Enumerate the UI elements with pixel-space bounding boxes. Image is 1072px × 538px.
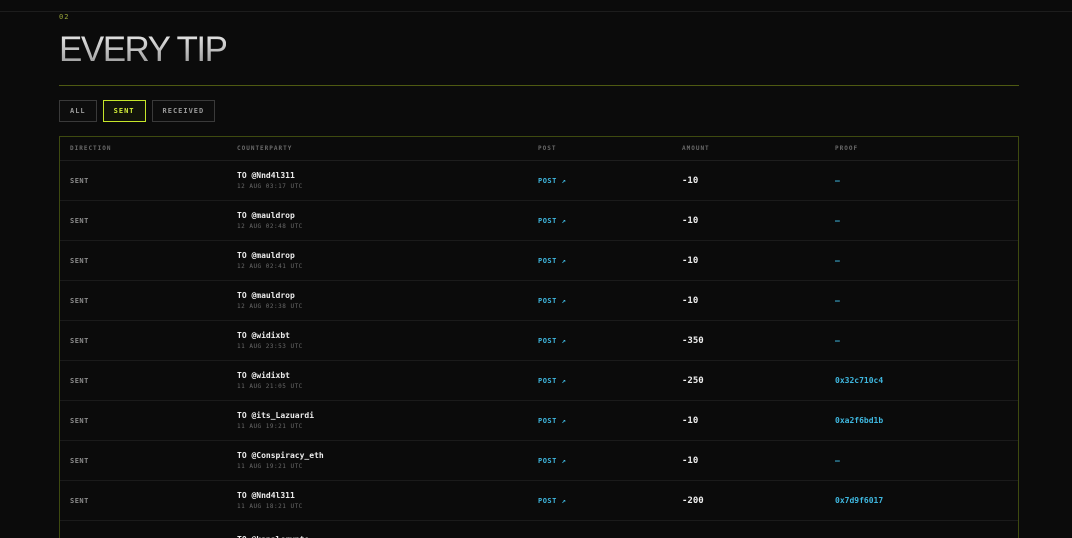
table-row: SENT TO @its_Lazuardi 11 AUG 19:21 UTC POST…	[60, 401, 1018, 441]
counterparty-cell: TO @Nnd4l311 11 AUG 18:21 UTC	[237, 491, 303, 510]
table-row: SENT TO @Nnd4l311 11 AUG 18:21 UTC POST ↗ -2…	[60, 481, 1018, 521]
table-body: SENT TO @Nnd4l311 12 AUG 03:17 UTC POST ↗ -1…	[60, 161, 1018, 538]
post-link[interactable]: POST ↗	[538, 337, 566, 345]
title-divider	[59, 85, 1019, 86]
filter-sent-button[interactable]: SENT	[102, 100, 146, 122]
header-proof: PROOF	[835, 145, 859, 152]
amount-cell: -10	[682, 415, 699, 426]
counterparty-cell: TO @Conspiracy_eth 11 AUG 19:21 UTC	[237, 451, 324, 470]
counterparty-name[interactable]: TO @Conspiracy_eth	[237, 451, 324, 460]
header-counterparty: COUNTERPARTY	[237, 145, 293, 152]
direction-cell: SENT	[70, 456, 89, 465]
counterparty-cell: TO @widixbt 11 AUG 21:05 UTC	[237, 371, 303, 390]
proof-link: —	[835, 336, 840, 345]
tip-timestamp: 11 AUG 19:21 UTC	[237, 463, 303, 470]
filter-all-button[interactable]: ALL	[59, 100, 97, 122]
direction-cell: SENT	[70, 496, 89, 505]
counterparty-name[interactable]: TO @its_Lazuardi	[237, 411, 314, 420]
direction-cell: SENT	[70, 176, 89, 185]
page-title: EVERY TIP	[59, 30, 228, 69]
table-row: SENT TO @mauldrop 12 AUG 02:48 UTC POST ↗ -1…	[60, 201, 1018, 241]
proof-link: —	[835, 256, 840, 265]
tips-table: DIRECTION COUNTERPARTY POST AMOUNT PROOF…	[59, 136, 1019, 538]
post-link[interactable]: POST ↗	[538, 177, 566, 185]
direction-cell: SENT	[70, 376, 89, 385]
post-link[interactable]: POST ↗	[538, 297, 566, 305]
post-link[interactable]: POST ↗	[538, 497, 566, 505]
amount-cell: -10	[682, 255, 699, 266]
filter-received-button[interactable]: RECEIVED	[151, 100, 216, 122]
tip-timestamp: 11 AUG 19:21 UTC	[237, 423, 303, 430]
counterparty-name[interactable]: TO @widixbt	[237, 331, 303, 340]
proof-link[interactable]: 0x7d9f6017	[835, 496, 883, 505]
direction-cell: SENT	[70, 296, 89, 305]
post-link[interactable]: POST ↗	[538, 417, 566, 425]
tip-timestamp: 11 AUG 18:21 UTC	[237, 503, 303, 510]
counterparty-name[interactable]: TO @Nnd4l311	[237, 171, 303, 180]
direction-cell: SENT	[70, 256, 89, 265]
counterparty-name[interactable]: TO @widixbt	[237, 371, 303, 380]
proof-link[interactable]: 0x32c710c4	[835, 376, 883, 385]
counterparty-name[interactable]: TO @kapalcrypto	[237, 535, 309, 538]
counterparty-cell: TO @mauldrop 12 AUG 02:48 UTC	[237, 211, 303, 230]
post-link[interactable]: POST ↗	[538, 257, 566, 265]
amount-cell: -350	[682, 335, 704, 346]
header-amount: AMOUNT	[682, 145, 710, 152]
counterparty-name[interactable]: TO @mauldrop	[237, 211, 303, 220]
proof-link[interactable]: 0xa2f6bd1b	[835, 416, 883, 425]
top-divider	[0, 11, 1072, 12]
direction-cell: SENT	[70, 216, 89, 225]
direction-cell: SENT	[70, 416, 89, 425]
proof-link: —	[835, 456, 840, 465]
table-row: SENT TO @mauldrop 12 AUG 02:38 UTC POST ↗ -1…	[60, 281, 1018, 321]
counterparty-cell: TO @kapalcrypto	[237, 535, 309, 538]
counterparty-cell: TO @its_Lazuardi 11 AUG 19:21 UTC	[237, 411, 314, 430]
tip-timestamp: 12 AUG 03:17 UTC	[237, 183, 303, 190]
tip-timestamp: 12 AUG 02:38 UTC	[237, 303, 303, 310]
table-row: SENTTO @kapalcryptoPOST ↗	[60, 521, 1018, 538]
proof-link: —	[835, 296, 840, 305]
counterparty-cell: TO @widixbt 11 AUG 23:53 UTC	[237, 331, 303, 350]
counterparty-name[interactable]: TO @mauldrop	[237, 291, 303, 300]
table-row: SENT TO @widixbt 11 AUG 23:53 UTC POST ↗ -35…	[60, 321, 1018, 361]
amount-cell: -10	[682, 455, 699, 466]
amount-cell: -200	[682, 495, 704, 506]
counterparty-name[interactable]: TO @mauldrop	[237, 251, 303, 260]
post-link[interactable]: POST ↗	[538, 377, 566, 385]
table-row: SENT TO @mauldrop 12 AUG 02:41 UTC POST ↗ -1…	[60, 241, 1018, 281]
counterparty-cell: TO @mauldrop 12 AUG 02:38 UTC	[237, 291, 303, 310]
table-header: DIRECTION COUNTERPARTY POST AMOUNT PROOF	[60, 137, 1018, 161]
table-row: SENT TO @Conspiracy_eth 11 AUG 19:21 UTC PO…	[60, 441, 1018, 481]
post-link[interactable]: POST ↗	[538, 457, 566, 465]
counterparty-name[interactable]: TO @Nnd4l311	[237, 491, 303, 500]
tip-timestamp: 12 AUG 02:48 UTC	[237, 223, 303, 230]
header-post: POST	[538, 145, 557, 152]
tip-timestamp: 11 AUG 23:53 UTC	[237, 343, 303, 350]
filter-tabs: ALL SENT RECEIVED	[59, 100, 216, 122]
tip-timestamp: 12 AUG 02:41 UTC	[237, 263, 303, 270]
proof-link: —	[835, 176, 840, 185]
counterparty-cell: TO @Nnd4l311 12 AUG 03:17 UTC	[237, 171, 303, 190]
proof-link: —	[835, 216, 840, 225]
table-row: SENT TO @widixbt 11 AUG 21:05 UTC POST ↗ -25…	[60, 361, 1018, 401]
header-direction: DIRECTION	[70, 145, 112, 152]
amount-cell: -10	[682, 215, 699, 226]
amount-cell: -10	[682, 175, 699, 186]
counterparty-cell: TO @mauldrop 12 AUG 02:41 UTC	[237, 251, 303, 270]
direction-cell: SENT	[70, 336, 89, 345]
section-number: 02	[59, 13, 70, 21]
tip-timestamp: 11 AUG 21:05 UTC	[237, 383, 303, 390]
table-row: SENT TO @Nnd4l311 12 AUG 03:17 UTC POST ↗ -1…	[60, 161, 1018, 201]
amount-cell: -10	[682, 295, 699, 306]
amount-cell: -250	[682, 375, 704, 386]
post-link[interactable]: POST ↗	[538, 217, 566, 225]
